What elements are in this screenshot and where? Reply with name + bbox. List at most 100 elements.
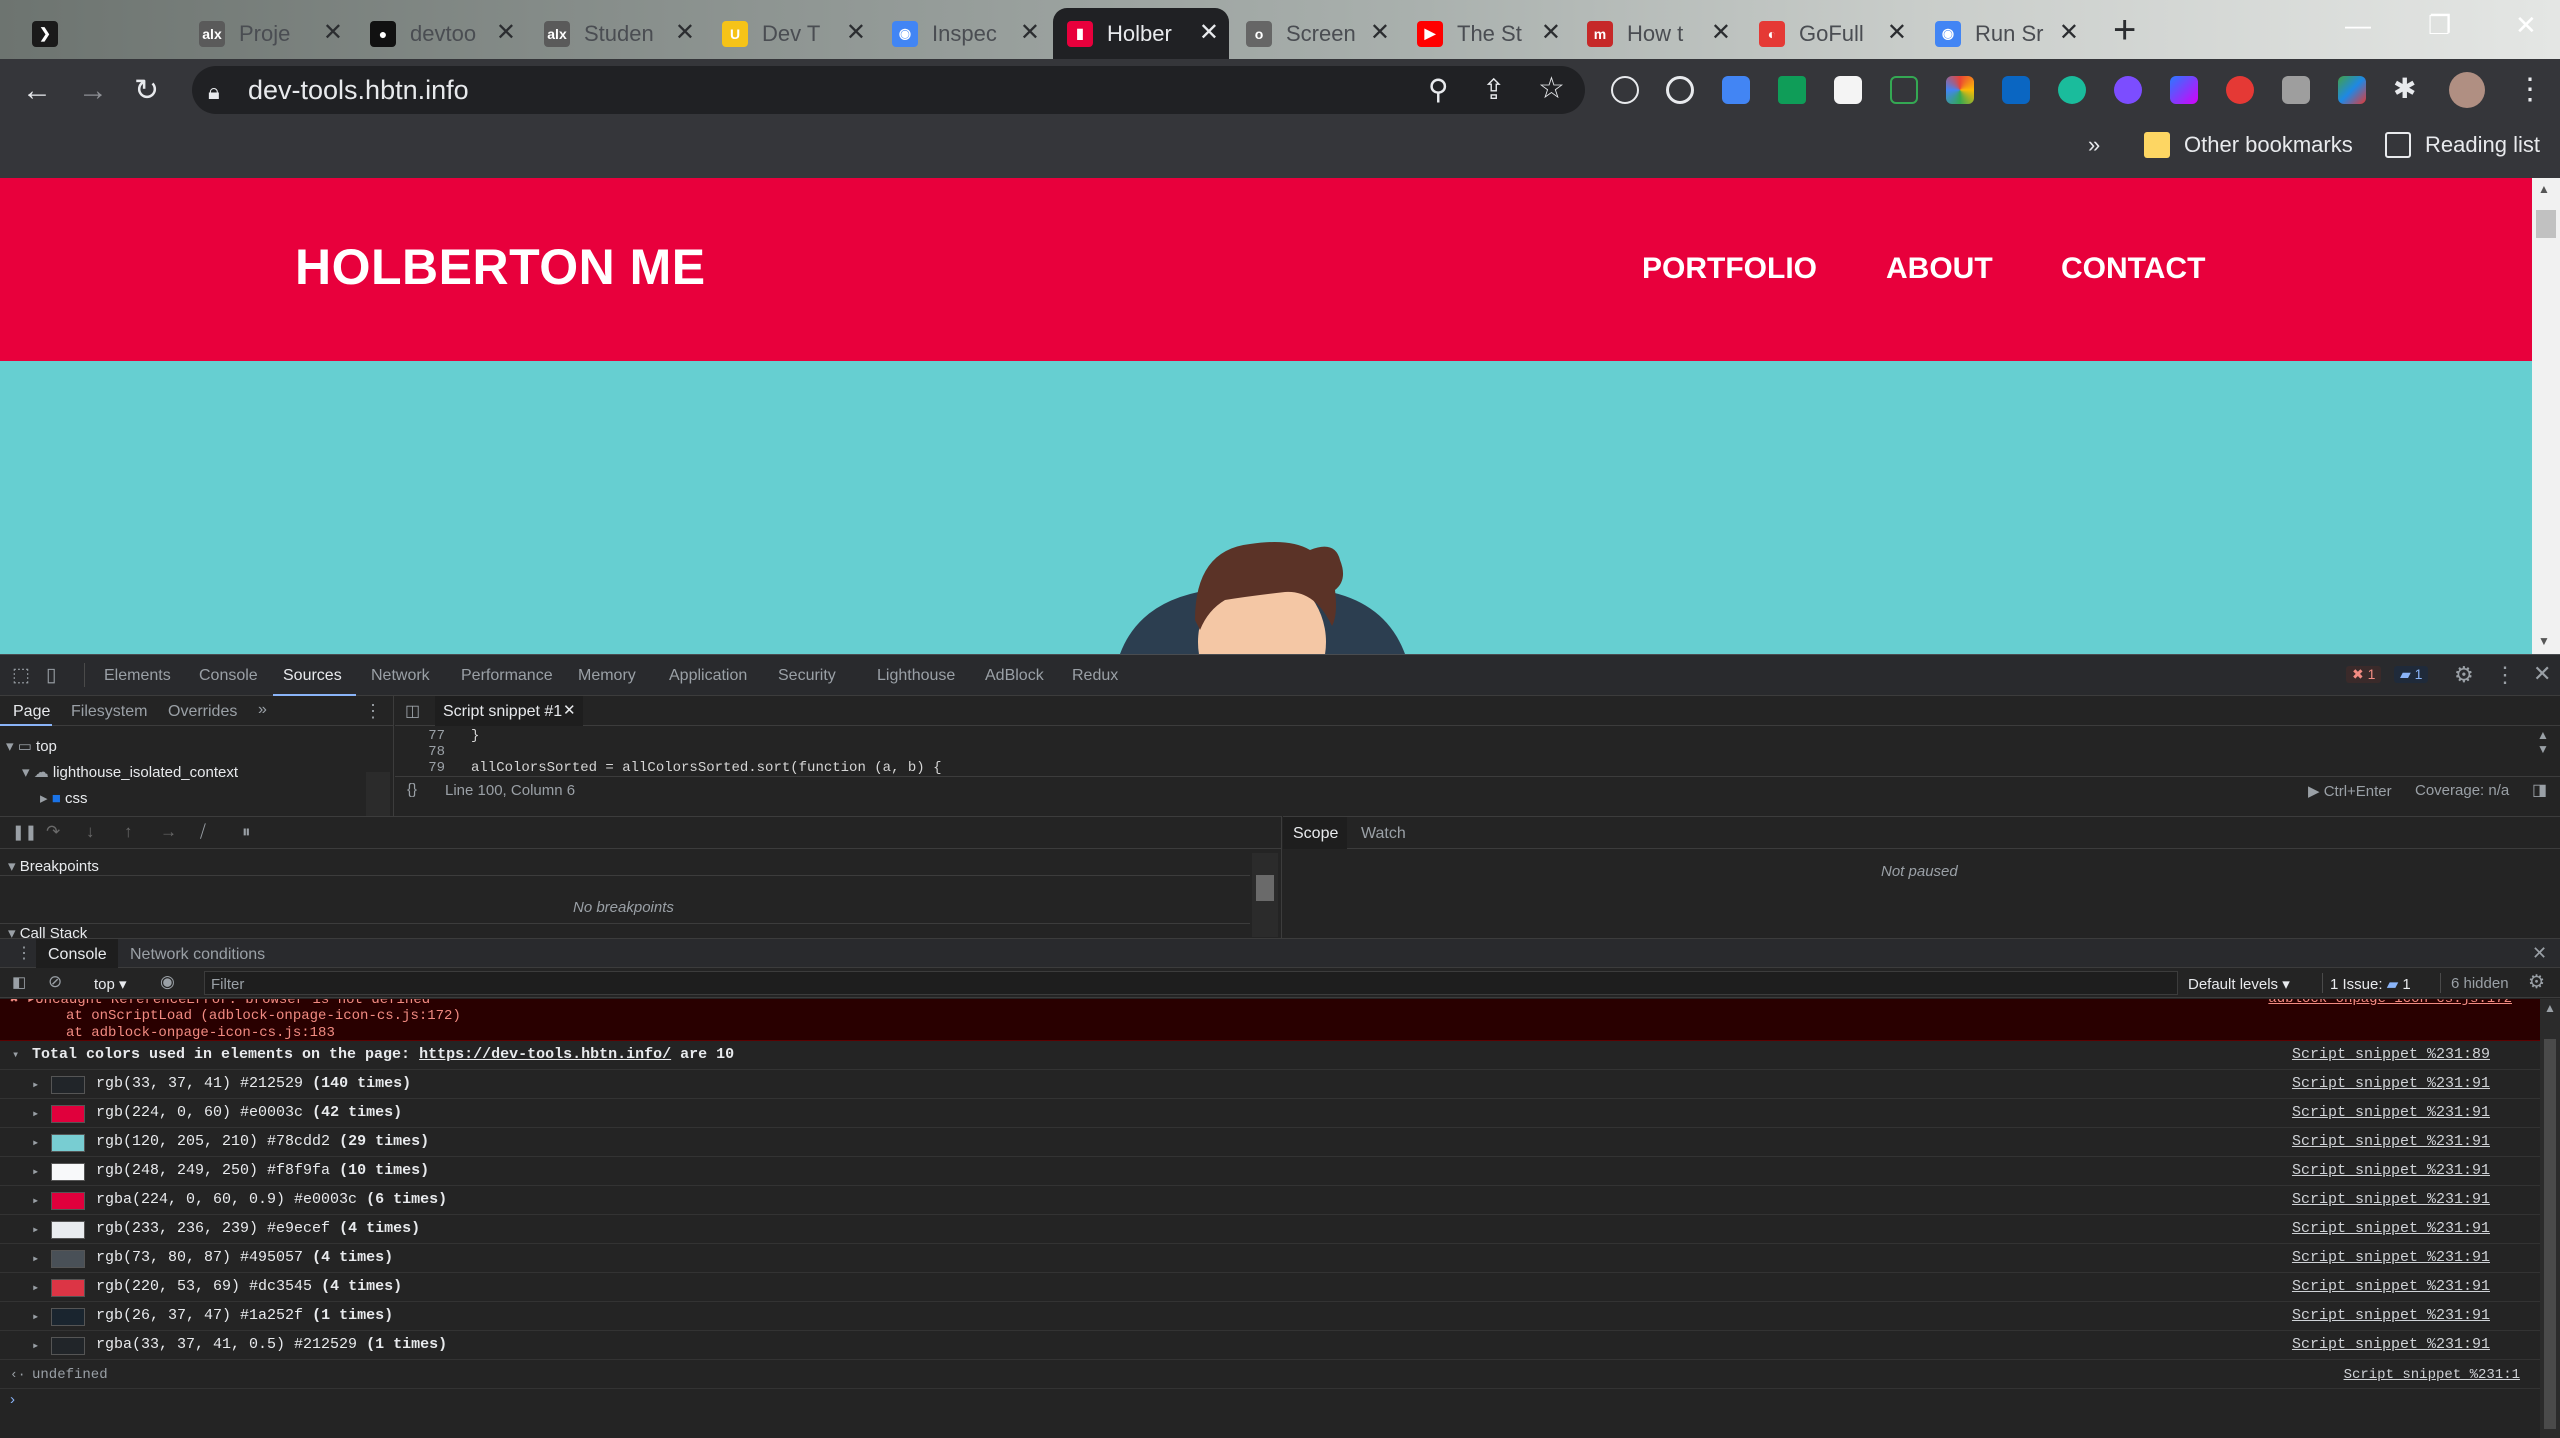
close-tab-icon[interactable]: ✕	[1020, 20, 1040, 46]
step-into-icon[interactable]: ↓	[86, 822, 95, 842]
reload-icon[interactable]: ↻	[134, 74, 159, 108]
nav-tab-filesystem[interactable]: Filesystem	[71, 703, 147, 721]
console-sidebar-icon[interactable]: ◧	[12, 973, 26, 991]
expand-triangle-icon[interactable]: ▸	[32, 1309, 39, 1324]
error-source-link[interactable]: adblock-onpage-icon-cs.js:172	[2268, 999, 2512, 1007]
color-source-link[interactable]: Script snippet %231:91	[2292, 1220, 2490, 1237]
color-source-link[interactable]: Script snippet %231:91	[2292, 1075, 2490, 1092]
nav-link-contact[interactable]: CONTACT	[2061, 252, 2205, 286]
watch-tab[interactable]: Watch	[1361, 825, 1406, 843]
devtools-tab-network[interactable]: Network	[371, 667, 430, 685]
edge-extension-icon[interactable]	[2338, 76, 2366, 104]
target-extension-icon[interactable]	[1666, 76, 1694, 104]
step-icon[interactable]: →	[160, 822, 177, 842]
minimize-icon[interactable]: —	[2345, 10, 2371, 41]
message-badge[interactable]: ▰ 1	[2394, 666, 2429, 683]
drawer-tab-console[interactable]: Console	[36, 939, 118, 969]
colors-summary-row[interactable]: ▾ Total colors used in elements on the p…	[0, 1041, 2540, 1070]
gray-extension-icon[interactable]	[2282, 76, 2310, 104]
close-devtools-icon[interactable]: ✕	[2533, 661, 2551, 687]
linkedin-extension-icon[interactable]	[2002, 76, 2030, 104]
calendar-extension-icon[interactable]	[1834, 76, 1862, 104]
pretty-print-icon[interactable]: {}	[407, 781, 417, 798]
devtools-tab-console[interactable]: Console	[199, 667, 258, 685]
close-tab-icon[interactable]: ✕	[1711, 20, 1731, 46]
color-source-link[interactable]: Script snippet %231:91	[2292, 1307, 2490, 1324]
tree-item-top[interactable]: ▾ ▭ top	[6, 737, 57, 755]
devtools-tab-elements[interactable]: Elements	[104, 667, 171, 685]
debugger-scrollbar-thumb[interactable]	[1256, 875, 1274, 901]
code-area[interactable]: 77} 78 79 allColorsSorted = allColorsSorted…	[395, 728, 2535, 774]
hexagon-extension-icon[interactable]	[2058, 76, 2086, 104]
browser-tab[interactable]: o Screen ✕	[1232, 8, 1400, 59]
devtools-tab-memory[interactable]: Memory	[578, 667, 636, 685]
run-snippet-button[interactable]: ▶ Ctrl+Enter	[2308, 782, 2392, 800]
page-scrollbar[interactable]: ▲ ▼	[2532, 178, 2560, 654]
console-prompt[interactable]: ›	[10, 1391, 15, 1408]
toggle-sidebar-icon[interactable]: ◨	[2532, 780, 2547, 800]
color-log-row[interactable]: ▸ rgb(73, 80, 87) #495057 (4 times) Script…	[0, 1244, 2540, 1273]
bookmark-star-icon[interactable]: ☆	[1538, 72, 1565, 106]
close-tab-icon[interactable]: ✕	[675, 20, 695, 46]
console-filter-input[interactable]: Filter	[204, 971, 2178, 995]
extensions-puzzle-icon[interactable]: ✱	[2393, 72, 2416, 106]
console-scrollbar[interactable]: ▲	[2540, 999, 2560, 1438]
color-log-row[interactable]: ▸ rgb(248, 249, 250) #f8f9fa (10 times) Sc…	[0, 1157, 2540, 1186]
screenshot-extension-icon[interactable]	[1890, 76, 1918, 104]
color-source-link[interactable]: Script snippet %231:91	[2292, 1191, 2490, 1208]
nav-link-about[interactable]: ABOUT	[1886, 252, 1993, 286]
expand-triangle-icon[interactable]: ▸	[32, 1106, 39, 1121]
site-brand[interactable]: HOLBERTON ME	[295, 238, 706, 296]
devtools-tab-application[interactable]: Application	[669, 667, 747, 685]
nav-tab-overrides[interactable]: Overrides	[168, 703, 237, 721]
browser-tab[interactable]: U Dev T ✕	[708, 8, 876, 59]
drawer-menu-icon[interactable]: ⋮	[16, 943, 32, 963]
color-log-row[interactable]: ▸ rgba(224, 0, 60, 0.9) #e0003c (6 times)…	[0, 1186, 2540, 1215]
close-tab-icon[interactable]: ✕	[496, 20, 516, 46]
devtools-tab-redux[interactable]: Redux	[1072, 667, 1118, 685]
drawer-tab-network-conditions[interactable]: Network conditions	[130, 946, 265, 964]
adblock-extension-icon[interactable]	[2226, 76, 2254, 104]
navigator-menu-icon[interactable]: ⋮	[364, 701, 382, 722]
clear-console-icon[interactable]: ⊘	[48, 972, 62, 992]
browser-tab[interactable]: ◉ Run Sr ✕	[1921, 8, 2089, 59]
close-tab-icon[interactable]: ✕	[323, 20, 343, 46]
profile-avatar[interactable]	[2449, 72, 2485, 108]
tree-item-context[interactable]: ▾ ☁ lighthouse_isolated_context	[22, 763, 238, 781]
page-scrollbar-thumb[interactable]	[2536, 210, 2556, 238]
color-source-link[interactable]: Script snippet %231:91	[2292, 1249, 2490, 1266]
nav-more-tabs[interactable]: »	[258, 701, 267, 719]
zoom-icon[interactable]: ⚲	[1428, 73, 1449, 107]
lock-icon[interactable]: 🔒︎	[208, 75, 220, 109]
back-icon[interactable]: ←	[22, 74, 52, 108]
browser-tab[interactable]: ● devtoo ✕	[356, 8, 526, 59]
browser-tab[interactable]: ▮ Holber ✕	[1053, 8, 1229, 59]
summary-source-link[interactable]: Script snippet %231:89	[2292, 1046, 2490, 1063]
close-tab-icon[interactable]: ✕	[1541, 20, 1561, 46]
console-scrollbar-thumb[interactable]	[2544, 1039, 2556, 1429]
close-tab-icon[interactable]: ✕	[1887, 20, 1907, 46]
url-text[interactable]: dev-tools.hbtn.info	[248, 75, 469, 106]
drive-extension-icon[interactable]	[1778, 76, 1806, 104]
color-source-link[interactable]: Script snippet %231:91	[2292, 1133, 2490, 1150]
devtools-tab-adblock[interactable]: AdBlock	[985, 667, 1044, 685]
color-log-row[interactable]: ▸ rgb(224, 0, 60) #e0003c (42 times) Scrip…	[0, 1099, 2540, 1128]
color-log-row[interactable]: ▸ rgba(33, 37, 41, 0.5) #212529 (1 times)…	[0, 1331, 2540, 1360]
error-message[interactable]: ✖ ▸Uncaught ReferenceError: browser is n…	[0, 999, 2540, 1041]
editor-tab[interactable]: Script snippet #1 ✕	[435, 696, 583, 726]
expand-triangle-icon[interactable]: ▸	[32, 1280, 39, 1295]
pause-on-exceptions-icon[interactable]: ⏸	[242, 822, 251, 842]
toggle-navigator-icon[interactable]: ◫	[405, 701, 420, 721]
color-log-row[interactable]: ▸ rgb(233, 236, 239) #e9ecef (4 times) Scr…	[0, 1215, 2540, 1244]
react-devtools-extension-icon[interactable]	[1611, 76, 1639, 104]
browser-tab[interactable]: alx Proje ✕	[185, 8, 353, 59]
color-picker-extension-icon[interactable]	[1946, 76, 1974, 104]
close-drawer-icon[interactable]: ✕	[2532, 943, 2547, 964]
tree-item-css[interactable]: ▸ ■ css	[40, 789, 87, 807]
editor-scrollbar[interactable]: ▲ ▼	[2537, 728, 2557, 774]
settings-gear-icon[interactable]: ⚙	[2454, 662, 2474, 688]
color-source-link[interactable]: Script snippet %231:91	[2292, 1162, 2490, 1179]
browser-tab[interactable]: ▶ The St ✕	[1403, 8, 1571, 59]
browser-tab[interactable]: ❯	[18, 8, 183, 59]
color-source-link[interactable]: Script snippet %231:91	[2292, 1104, 2490, 1121]
